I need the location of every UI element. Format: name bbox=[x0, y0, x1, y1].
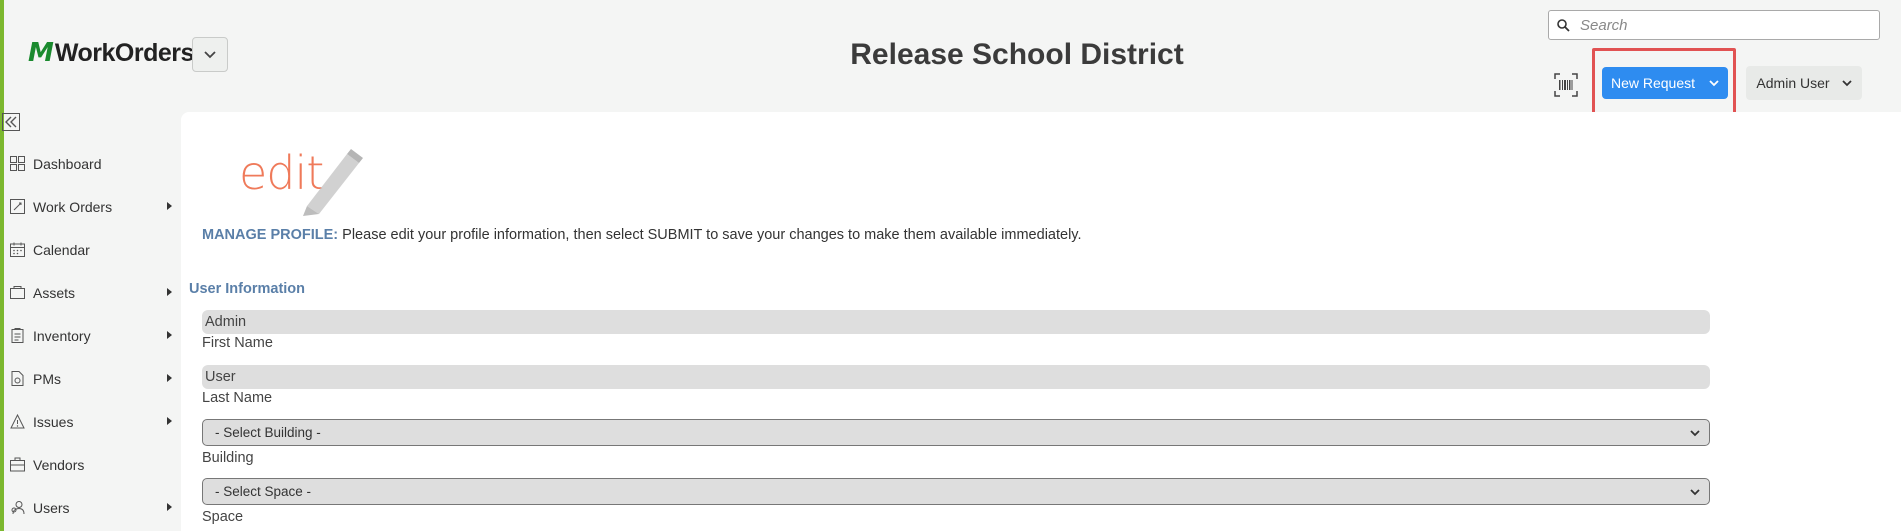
user-menu-button[interactable]: Admin User bbox=[1746, 66, 1862, 100]
sidebar-item-label: Work Orders bbox=[33, 198, 113, 215]
building-select[interactable]: - Select Building - bbox=[202, 419, 1710, 446]
new-request-button[interactable]: New Request bbox=[1602, 67, 1728, 99]
sidebar: Dashboard Work Orders Calendar Assets In… bbox=[0, 142, 180, 529]
submenu-arrow-icon bbox=[167, 503, 172, 511]
sidebar-item-users[interactable]: Users bbox=[0, 486, 180, 529]
main-panel: edit MANAGE PROFILE: Please edit your pr… bbox=[181, 112, 1901, 531]
building-select-value: - Select Building - bbox=[215, 425, 321, 440]
search-box[interactable] bbox=[1548, 10, 1880, 40]
space-select-value: - Select Space - bbox=[215, 484, 312, 499]
space-label: Space bbox=[202, 509, 244, 525]
chevron-down-icon bbox=[1690, 489, 1700, 496]
sidebar-item-vendors[interactable]: Vendors bbox=[0, 443, 180, 486]
sidebar-item-issues[interactable]: Issues bbox=[0, 400, 180, 443]
search-input[interactable] bbox=[1580, 16, 1860, 34]
inventory-icon bbox=[9, 327, 26, 344]
collapse-sidebar-icon[interactable] bbox=[2, 113, 20, 131]
sidebar-item-calendar[interactable]: Calendar bbox=[0, 228, 180, 271]
sidebar-item-pms[interactable]: PMs bbox=[0, 357, 180, 400]
sidebar-item-label: Issues bbox=[33, 413, 74, 430]
section-title: User Information bbox=[189, 281, 306, 297]
manage-profile-label: MANAGE PROFILE: bbox=[202, 227, 339, 243]
sidebar-item-dashboard[interactable]: Dashboard bbox=[0, 142, 180, 185]
pencil-icon bbox=[303, 149, 363, 216]
submenu-arrow-icon bbox=[167, 202, 172, 210]
new-request-label: New Request bbox=[1610, 75, 1696, 91]
sidebar-item-label: Users bbox=[33, 499, 70, 516]
sidebar-item-label: Vendors bbox=[33, 456, 85, 473]
sidebar-item-label: Assets bbox=[33, 284, 76, 301]
manage-profile-text: Please edit your profile information, th… bbox=[338, 227, 1082, 243]
submenu-arrow-icon bbox=[167, 374, 172, 382]
user-menu-label: Admin User bbox=[1756, 75, 1830, 91]
dashboard-icon bbox=[9, 155, 26, 172]
submenu-arrow-icon bbox=[167, 417, 172, 425]
sidebar-item-label: PMs bbox=[33, 370, 61, 387]
pms-icon bbox=[9, 370, 26, 387]
chevron-down-icon bbox=[1709, 79, 1719, 86]
sidebar-item-work-orders[interactable]: Work Orders bbox=[0, 185, 180, 228]
chevron-down-icon bbox=[1690, 430, 1700, 437]
sidebar-item-label: Inventory bbox=[33, 327, 91, 344]
building-label: Building bbox=[202, 450, 254, 466]
barcode-scan-icon[interactable] bbox=[1554, 73, 1578, 97]
first-name-label: First Name bbox=[202, 335, 273, 351]
issues-icon bbox=[9, 413, 26, 430]
work-orders-icon bbox=[9, 198, 26, 215]
vendors-icon bbox=[9, 456, 26, 473]
last-name-field[interactable]: User bbox=[202, 365, 1710, 389]
users-icon bbox=[9, 499, 26, 516]
assets-icon bbox=[9, 284, 26, 301]
manage-profile-instructions: MANAGE PROFILE: Please edit your profile… bbox=[202, 227, 1082, 243]
sidebar-item-label: Dashboard bbox=[33, 155, 102, 172]
sidebar-item-inventory[interactable]: Inventory bbox=[0, 314, 180, 357]
first-name-field[interactable]: Admin bbox=[202, 310, 1710, 334]
submenu-arrow-icon bbox=[167, 288, 172, 296]
submenu-arrow-icon bbox=[167, 331, 172, 339]
space-select[interactable]: - Select Space - bbox=[202, 478, 1710, 505]
sidebar-item-assets[interactable]: Assets bbox=[0, 271, 180, 314]
sidebar-item-label: Calendar bbox=[33, 241, 90, 258]
calendar-icon bbox=[9, 241, 26, 258]
last-name-label: Last Name bbox=[202, 390, 273, 406]
search-icon bbox=[1557, 18, 1570, 32]
chevron-down-icon bbox=[1841, 79, 1852, 86]
